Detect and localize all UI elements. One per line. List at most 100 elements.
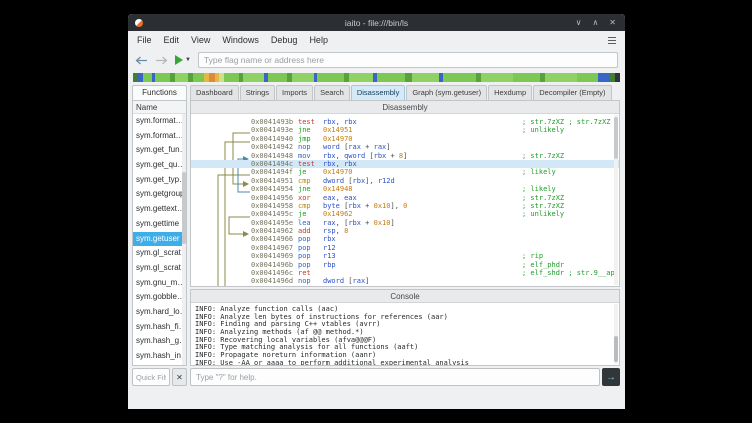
tab-imports[interactable]: Imports <box>276 85 313 100</box>
function-list-item[interactable]: sym.gl_scrat… <box>133 246 186 261</box>
function-list-item[interactable]: sym.get_qu… <box>133 158 186 173</box>
tab-disassembly[interactable]: Disassembly <box>351 85 406 100</box>
back-icon[interactable] <box>135 56 148 65</box>
function-list-item[interactable]: sym.hard_lo… <box>133 305 186 320</box>
disasm-line[interactable]: 0x0041493ejne0x14951; unlikely <box>191 126 619 134</box>
menu-file[interactable]: File <box>131 33 158 47</box>
tab-search[interactable]: Search <box>314 85 350 100</box>
seekbar-segment <box>193 73 203 82</box>
function-list-item[interactable]: sym.hash_fi… <box>133 320 186 335</box>
disasm-comment: ; unlikely <box>522 210 564 219</box>
function-list-item[interactable]: sym.gobble… <box>133 290 186 305</box>
function-list-item[interactable]: sym.getuser <box>133 232 186 247</box>
disasm-line[interactable]: 0x00414962addrsp, 8 <box>191 227 619 235</box>
disasm-line[interactable]: 0x00414942nopword [rax + rax] <box>191 143 619 151</box>
function-list-item[interactable]: sym.get_typ… <box>133 173 186 188</box>
function-list-item[interactable]: sym.hash_in… <box>133 349 186 364</box>
app-window: iaito - file:///bin/ls ∨ ∧ ✕ FileEditVie… <box>128 14 625 409</box>
seekbar-segment <box>577 73 598 82</box>
functions-scrollbar-thumb[interactable] <box>182 172 186 244</box>
menu-view[interactable]: View <box>185 33 216 47</box>
menu-edit[interactable]: Edit <box>158 33 186 47</box>
disasm-address: 0x00414948 <box>251 152 293 161</box>
disasm-line[interactable]: 0x00414958cmpbyte [rbx + 0x10], 0; str.7… <box>191 202 619 210</box>
title-bar[interactable]: iaito - file:///bin/ls ∨ ∧ ✕ <box>128 14 625 31</box>
disasm-line[interactable]: 0x0041495cje0x14962; unlikely <box>191 210 619 218</box>
functions-column-header[interactable]: Name <box>133 101 186 114</box>
function-list-item[interactable]: sym.gettext… <box>133 202 186 217</box>
disasm-line[interactable]: 0x00414967popr12 <box>191 244 619 252</box>
menu-debug[interactable]: Debug <box>265 33 304 47</box>
functions-list: sym.format…sym.format…sym.get_fun…sym.ge… <box>133 114 186 365</box>
disasm-line[interactable]: 0x00414969popr13; rip <box>191 252 619 260</box>
disasm-line[interactable]: 0x0041495elearax, [rbx + 0x10] <box>191 219 619 227</box>
disasm-line[interactable]: 0x00414956xoreax, eax; str.7zXZ <box>191 194 619 202</box>
disasm-address: 0x0041494f <box>251 168 293 177</box>
function-list-item[interactable]: sym.format… <box>133 114 186 129</box>
minimize-icon[interactable]: ∨ <box>576 18 582 27</box>
disasm-line[interactable]: 0x0041496dnopdword [rax] <box>191 277 619 285</box>
clear-filter-button[interactable]: ✕ <box>172 368 187 386</box>
disasm-line[interactable]: 0x00414966poprbx <box>191 235 619 243</box>
disasm-line[interactable]: 0x0041494fje0x14970; likely <box>191 168 619 176</box>
console-scrollbar-thumb[interactable] <box>614 336 618 362</box>
disasm-line[interactable]: 0x0041496cret; elf_shdr ; str.9__ap <box>191 269 619 277</box>
seekbar-segment <box>143 73 151 82</box>
disasm-comment: ; str.7zXZ <box>522 202 564 211</box>
quick-filter-input[interactable] <box>132 368 170 386</box>
console-dock-title[interactable]: Console <box>191 290 619 303</box>
disassembly-listing[interactable]: 0x0041493btestrbx, rbx; str.7zXZ ; str.7… <box>191 115 619 286</box>
seekbar-segment <box>224 73 239 82</box>
seek-input[interactable] <box>198 52 618 68</box>
disasm-line[interactable]: 0x00414948movrbx, qword [rbx + 8]; str.7… <box>191 152 619 160</box>
disassembly-dock-title[interactable]: Disassembly <box>191 101 619 114</box>
tab-dashboard[interactable]: Dashboard <box>190 85 239 100</box>
forward-icon[interactable] <box>155 56 168 65</box>
disasm-comment: ; likely <box>522 168 556 177</box>
functions-dock-tab[interactable]: Functions <box>132 85 187 100</box>
continue-button[interactable]: ▼ <box>175 55 191 65</box>
disasm-address: 0x0041496b <box>251 261 293 270</box>
disasm-line[interactable]: 0x00414954jne0x14948; likely <box>191 185 619 193</box>
chevron-down-icon[interactable]: ▼ <box>185 57 191 63</box>
menu-overflow-icon[interactable] <box>608 37 616 45</box>
console-scrollbar[interactable] <box>614 304 618 364</box>
close-icon[interactable]: ✕ <box>609 18 616 27</box>
tab-graph[interactable]: Graph (sym.getuser) <box>406 85 487 100</box>
function-list-item[interactable]: sym.gettime <box>133 217 186 232</box>
console-output[interactable]: INFO: Analyze function calls (aac)INFO: … <box>191 304 619 365</box>
function-list-item[interactable]: sym.hash_g… <box>133 334 186 349</box>
disasm-line[interactable]: 0x00414951cmpdword [rbx], r12d <box>191 177 619 185</box>
menu-help[interactable]: Help <box>303 33 334 47</box>
console-line: INFO: Use -AA or aaaa to perform additio… <box>195 360 615 366</box>
disasm-line[interactable]: 0x0041496bpoprbp; elf_phdr <box>191 261 619 269</box>
disasm-mnemonic: add <box>298 227 311 236</box>
disasm-line[interactable]: 0x0041494ctestrbx, rbx <box>191 160 619 168</box>
main-column: Disassembly 0x0041493btestrbx, rbx; str.… <box>190 100 620 386</box>
function-list-item[interactable]: sym.get_fun… <box>133 143 186 158</box>
disasm-line[interactable]: 0x00414940jmp0x14970 <box>191 135 619 143</box>
seekbar-segment <box>268 73 286 82</box>
disasm-line[interactable]: 0x0041493btestrbx, rbx; str.7zXZ ; str.7… <box>191 118 619 126</box>
function-list-item[interactable]: sym.getgroup <box>133 187 186 202</box>
tab-decompiler[interactable]: Decompiler (Empty) <box>533 85 611 100</box>
disasm-mnemonic: nop <box>298 277 311 286</box>
menu-windows[interactable]: Windows <box>216 33 265 47</box>
console-command-input[interactable] <box>190 368 600 386</box>
disasm-operands: rbx, rbx <box>323 118 357 127</box>
disasm-mnemonic: pop <box>298 244 311 253</box>
function-list-item[interactable]: sym.gnu_m… <box>133 276 186 291</box>
tab-strings[interactable]: Strings <box>240 85 275 100</box>
address-seekbar[interactable] <box>133 73 620 82</box>
disassembly-scrollbar[interactable] <box>614 115 618 285</box>
seekbar-segment <box>513 73 540 82</box>
disasm-address: 0x00414951 <box>251 177 293 186</box>
function-list-item[interactable]: sym.gl_scrat… <box>133 261 186 276</box>
tab-hexdump[interactable]: Hexdump <box>488 85 532 100</box>
function-list-item[interactable]: sym.format… <box>133 129 186 144</box>
console-send-button[interactable]: → <box>602 368 620 386</box>
disasm-mnemonic: pop <box>298 252 311 261</box>
maximize-icon[interactable]: ∧ <box>592 18 598 27</box>
disassembly-scrollbar-thumb[interactable] <box>614 117 618 159</box>
functions-scrollbar[interactable] <box>182 114 186 365</box>
